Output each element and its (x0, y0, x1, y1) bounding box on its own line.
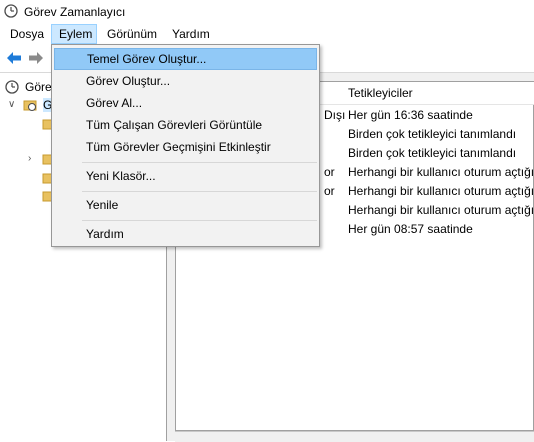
trigger-cell: Herhangi bir kullanıcı oturum açtığı (348, 184, 534, 198)
trigger-cell: Birden çok tetikleyici tanımlandı (348, 127, 517, 141)
menu-item-create-basic-task[interactable]: Temel Görev Oluştur... (54, 48, 317, 70)
clock-icon (4, 4, 18, 18)
back-arrow-icon[interactable] (6, 51, 22, 65)
eylem-dropdown-menu: Temel Görev Oluştur... Görev Oluştur... … (51, 44, 320, 247)
status-cell: or (324, 184, 335, 198)
tree-item-label: Göre (25, 80, 52, 94)
trigger-cell: Her gün 16:36 saatinde (348, 108, 473, 122)
menu-bar: Dosya Eylem Görünüm Yardım (0, 24, 534, 44)
menu-yardim[interactable]: Yardım (166, 24, 216, 44)
menu-item-import-task[interactable]: Görev Al... (54, 92, 317, 114)
menu-eylem[interactable]: Eylem (51, 24, 97, 44)
trigger-cell: Herhangi bir kullanıcı oturum açtığı (348, 203, 534, 217)
menu-gorunum[interactable]: Görünüm (101, 24, 163, 44)
menu-item-help[interactable]: Yardım (54, 223, 317, 245)
column-header-triggers[interactable]: Tetikleyiciler (348, 86, 413, 100)
trigger-cell: Herhangi bir kullanıcı oturum açtığı (348, 165, 534, 179)
menu-dosya[interactable]: Dosya (4, 24, 50, 44)
menu-item-display-running-tasks[interactable]: Tüm Çalışan Görevleri Görüntüle (54, 114, 317, 136)
clock-icon (5, 80, 19, 94)
menu-separator (82, 162, 317, 163)
chevron-down-icon[interactable]: ∨ (8, 99, 15, 110)
title-bar: Görev Zamanlayıcı (0, 0, 534, 24)
window-title: Görev Zamanlayıcı (24, 5, 126, 19)
horizontal-scrollbar[interactable] (175, 431, 534, 442)
trigger-cell: Her gün 08:57 saatinde (348, 222, 473, 236)
menu-item-new-folder[interactable]: Yeni Klasör... (54, 165, 317, 187)
menu-item-refresh[interactable]: Yenile (54, 194, 317, 216)
chevron-right-icon[interactable]: › (28, 153, 31, 164)
status-cell: or (324, 165, 335, 179)
status-cell: Dışı (324, 108, 346, 122)
menu-separator (82, 220, 317, 221)
forward-arrow-icon[interactable] (28, 51, 44, 65)
menu-item-enable-history[interactable]: Tüm Görevler Geçmişini Etkinleştir (54, 136, 317, 158)
menu-separator (82, 191, 317, 192)
folder-clock-icon (23, 100, 37, 111)
trigger-cell: Birden çok tetikleyici tanımlandı (348, 146, 517, 160)
menu-item-create-task[interactable]: Görev Oluştur... (54, 70, 317, 92)
